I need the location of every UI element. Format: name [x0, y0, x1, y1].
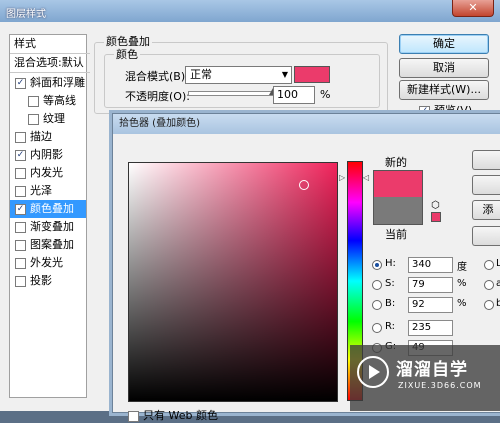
new-color-label: 新的	[385, 156, 407, 169]
r-radio[interactable]	[372, 323, 382, 333]
out-of-gamut-warning-swatch[interactable]	[431, 212, 441, 222]
style-item-pattern-overlay[interactable]: 图案叠加	[10, 236, 86, 254]
h-label: H:	[385, 258, 396, 269]
blend-mode-label: 混合模式(B):	[125, 70, 189, 83]
b-input[interactable]: 92	[408, 297, 453, 313]
picker-title-bar: 拾色器 (叠加颜色)	[113, 114, 500, 134]
contour-checkbox[interactable]	[28, 95, 39, 107]
overlay-color-swatch[interactable]	[294, 66, 330, 83]
cube-icon[interactable]: ⬡	[431, 200, 440, 211]
current-color-label: 当前	[385, 228, 407, 241]
b-label: B:	[385, 298, 396, 309]
cancel-button[interactable]: 取消	[399, 58, 489, 78]
blend-options-item[interactable]: 混合选项:默认	[10, 54, 90, 73]
close-button[interactable]: ✕	[452, 0, 494, 17]
style-item-label: 颜色叠加	[30, 202, 74, 215]
style-item-satin[interactable]: 光泽	[10, 182, 86, 200]
add-to-swatches-button[interactable]: 添	[472, 200, 500, 220]
hue-left-arrow-icon[interactable]: ▷	[339, 173, 345, 182]
picker-cancel-button[interactable]	[472, 175, 500, 195]
style-item-drop-shadow[interactable]: 投影	[10, 272, 86, 290]
picker-ok-button[interactable]	[472, 150, 500, 170]
style-item-label: 等高线	[43, 94, 76, 107]
inner-shadow-checkbox[interactable]: ✓	[15, 149, 26, 161]
title-bar: 图层样式 ✕	[0, 0, 500, 22]
satin-checkbox[interactable]	[15, 185, 26, 197]
lab-b-label: b	[496, 298, 500, 309]
opacity-input[interactable]: 100	[273, 86, 315, 104]
style-item-label: 投影	[30, 274, 52, 287]
window-title: 图层样式	[6, 9, 46, 20]
blend-mode-select[interactable]: 正常 ▼	[185, 66, 292, 84]
bevel-emboss-checkbox[interactable]: ✓	[15, 77, 26, 89]
current-color-swatch[interactable]	[373, 197, 423, 225]
l-label: L	[496, 258, 500, 269]
opacity-slider-track[interactable]	[188, 88, 277, 96]
style-item-stroke[interactable]: 描边	[10, 128, 86, 146]
chevron-down-icon: ▼	[281, 70, 288, 79]
style-item-label: 斜面和浮雕	[30, 76, 85, 89]
color-picker-cursor[interactable]	[299, 180, 309, 190]
color-group-title: 颜色	[114, 46, 140, 62]
watermark-logo-icon	[357, 356, 389, 388]
style-item-label: 内发光	[30, 166, 63, 179]
styles-header[interactable]: 样式	[10, 35, 90, 54]
style-item-label: 光泽	[30, 184, 52, 197]
blend-mode-value: 正常	[190, 68, 212, 81]
r-input[interactable]: 235	[408, 320, 453, 336]
style-item-gradient-overlay[interactable]: 渐变叠加	[10, 218, 86, 236]
web-colors-only-row[interactable]: 只有 Web 颜色	[128, 407, 218, 423]
b-radio[interactable]	[372, 300, 382, 310]
a-radio[interactable]	[484, 280, 494, 290]
texture-checkbox[interactable]	[28, 113, 39, 125]
style-item-inner-shadow[interactable]: ✓ 内阴影	[10, 146, 86, 164]
style-item-label: 内阴影	[30, 148, 63, 161]
s-radio[interactable]	[372, 280, 382, 290]
h-radio[interactable]	[372, 260, 382, 270]
styles-list: 样式 混合选项:默认 ✓ 斜面和浮雕 等高线 纹理 描边 ✓ 内阴影 内发光 光泽 …	[9, 34, 90, 398]
style-item-label: 外发光	[30, 256, 63, 269]
s-input[interactable]: 79	[408, 277, 453, 293]
color-libraries-button[interactable]	[472, 226, 500, 246]
pattern-overlay-checkbox[interactable]	[15, 239, 26, 251]
watermark-url: ZIXUE.3D66.COM	[398, 381, 482, 390]
new-style-button[interactable]: 新建样式(W)...	[399, 80, 489, 100]
hue-right-arrow-icon[interactable]: ◁	[363, 173, 369, 182]
gradient-overlay-checkbox[interactable]	[15, 221, 26, 233]
watermark: 溜溜自学 ZIXUE.3D66.COM	[350, 345, 500, 411]
saturation-brightness-field[interactable]	[128, 162, 338, 402]
web-colors-only-checkbox[interactable]	[128, 410, 139, 422]
h-unit: 度	[457, 262, 467, 273]
l-radio[interactable]	[484, 260, 494, 270]
stroke-checkbox[interactable]	[15, 131, 26, 143]
picker-title: 拾色器 (叠加颜色)	[119, 118, 200, 129]
style-item-label: 描边	[30, 130, 52, 143]
style-item-label: 渐变叠加	[30, 220, 74, 233]
drop-shadow-checkbox[interactable]	[15, 275, 26, 287]
h-input[interactable]: 340	[408, 257, 453, 273]
outer-glow-checkbox[interactable]	[15, 257, 26, 269]
style-item-outer-glow[interactable]: 外发光	[10, 254, 86, 272]
s-unit: %	[457, 278, 467, 289]
style-item-label: 图案叠加	[30, 238, 74, 251]
opacity-unit: %	[320, 88, 331, 101]
style-item-texture[interactable]: 纹理	[10, 110, 86, 128]
ok-button[interactable]: 确定	[399, 34, 489, 54]
a-label: a	[496, 278, 500, 289]
new-color-swatch	[373, 170, 423, 198]
style-item-label: 纹理	[43, 112, 65, 125]
r-label: R:	[385, 321, 396, 332]
inner-glow-checkbox[interactable]	[15, 167, 26, 179]
lab-b-radio[interactable]	[484, 300, 494, 310]
style-item-color-overlay[interactable]: ✓ 颜色叠加	[10, 200, 86, 218]
style-item-contour[interactable]: 等高线	[10, 92, 86, 110]
color-overlay-checkbox[interactable]: ✓	[15, 203, 26, 215]
style-item-inner-glow[interactable]: 内发光	[10, 164, 86, 182]
opacity-label: 不透明度(O):	[125, 90, 190, 103]
watermark-brand: 溜溜自学	[396, 360, 468, 380]
style-item-bevel-emboss[interactable]: ✓ 斜面和浮雕	[10, 74, 86, 92]
s-label: S:	[385, 278, 395, 289]
b-unit: %	[457, 298, 467, 309]
